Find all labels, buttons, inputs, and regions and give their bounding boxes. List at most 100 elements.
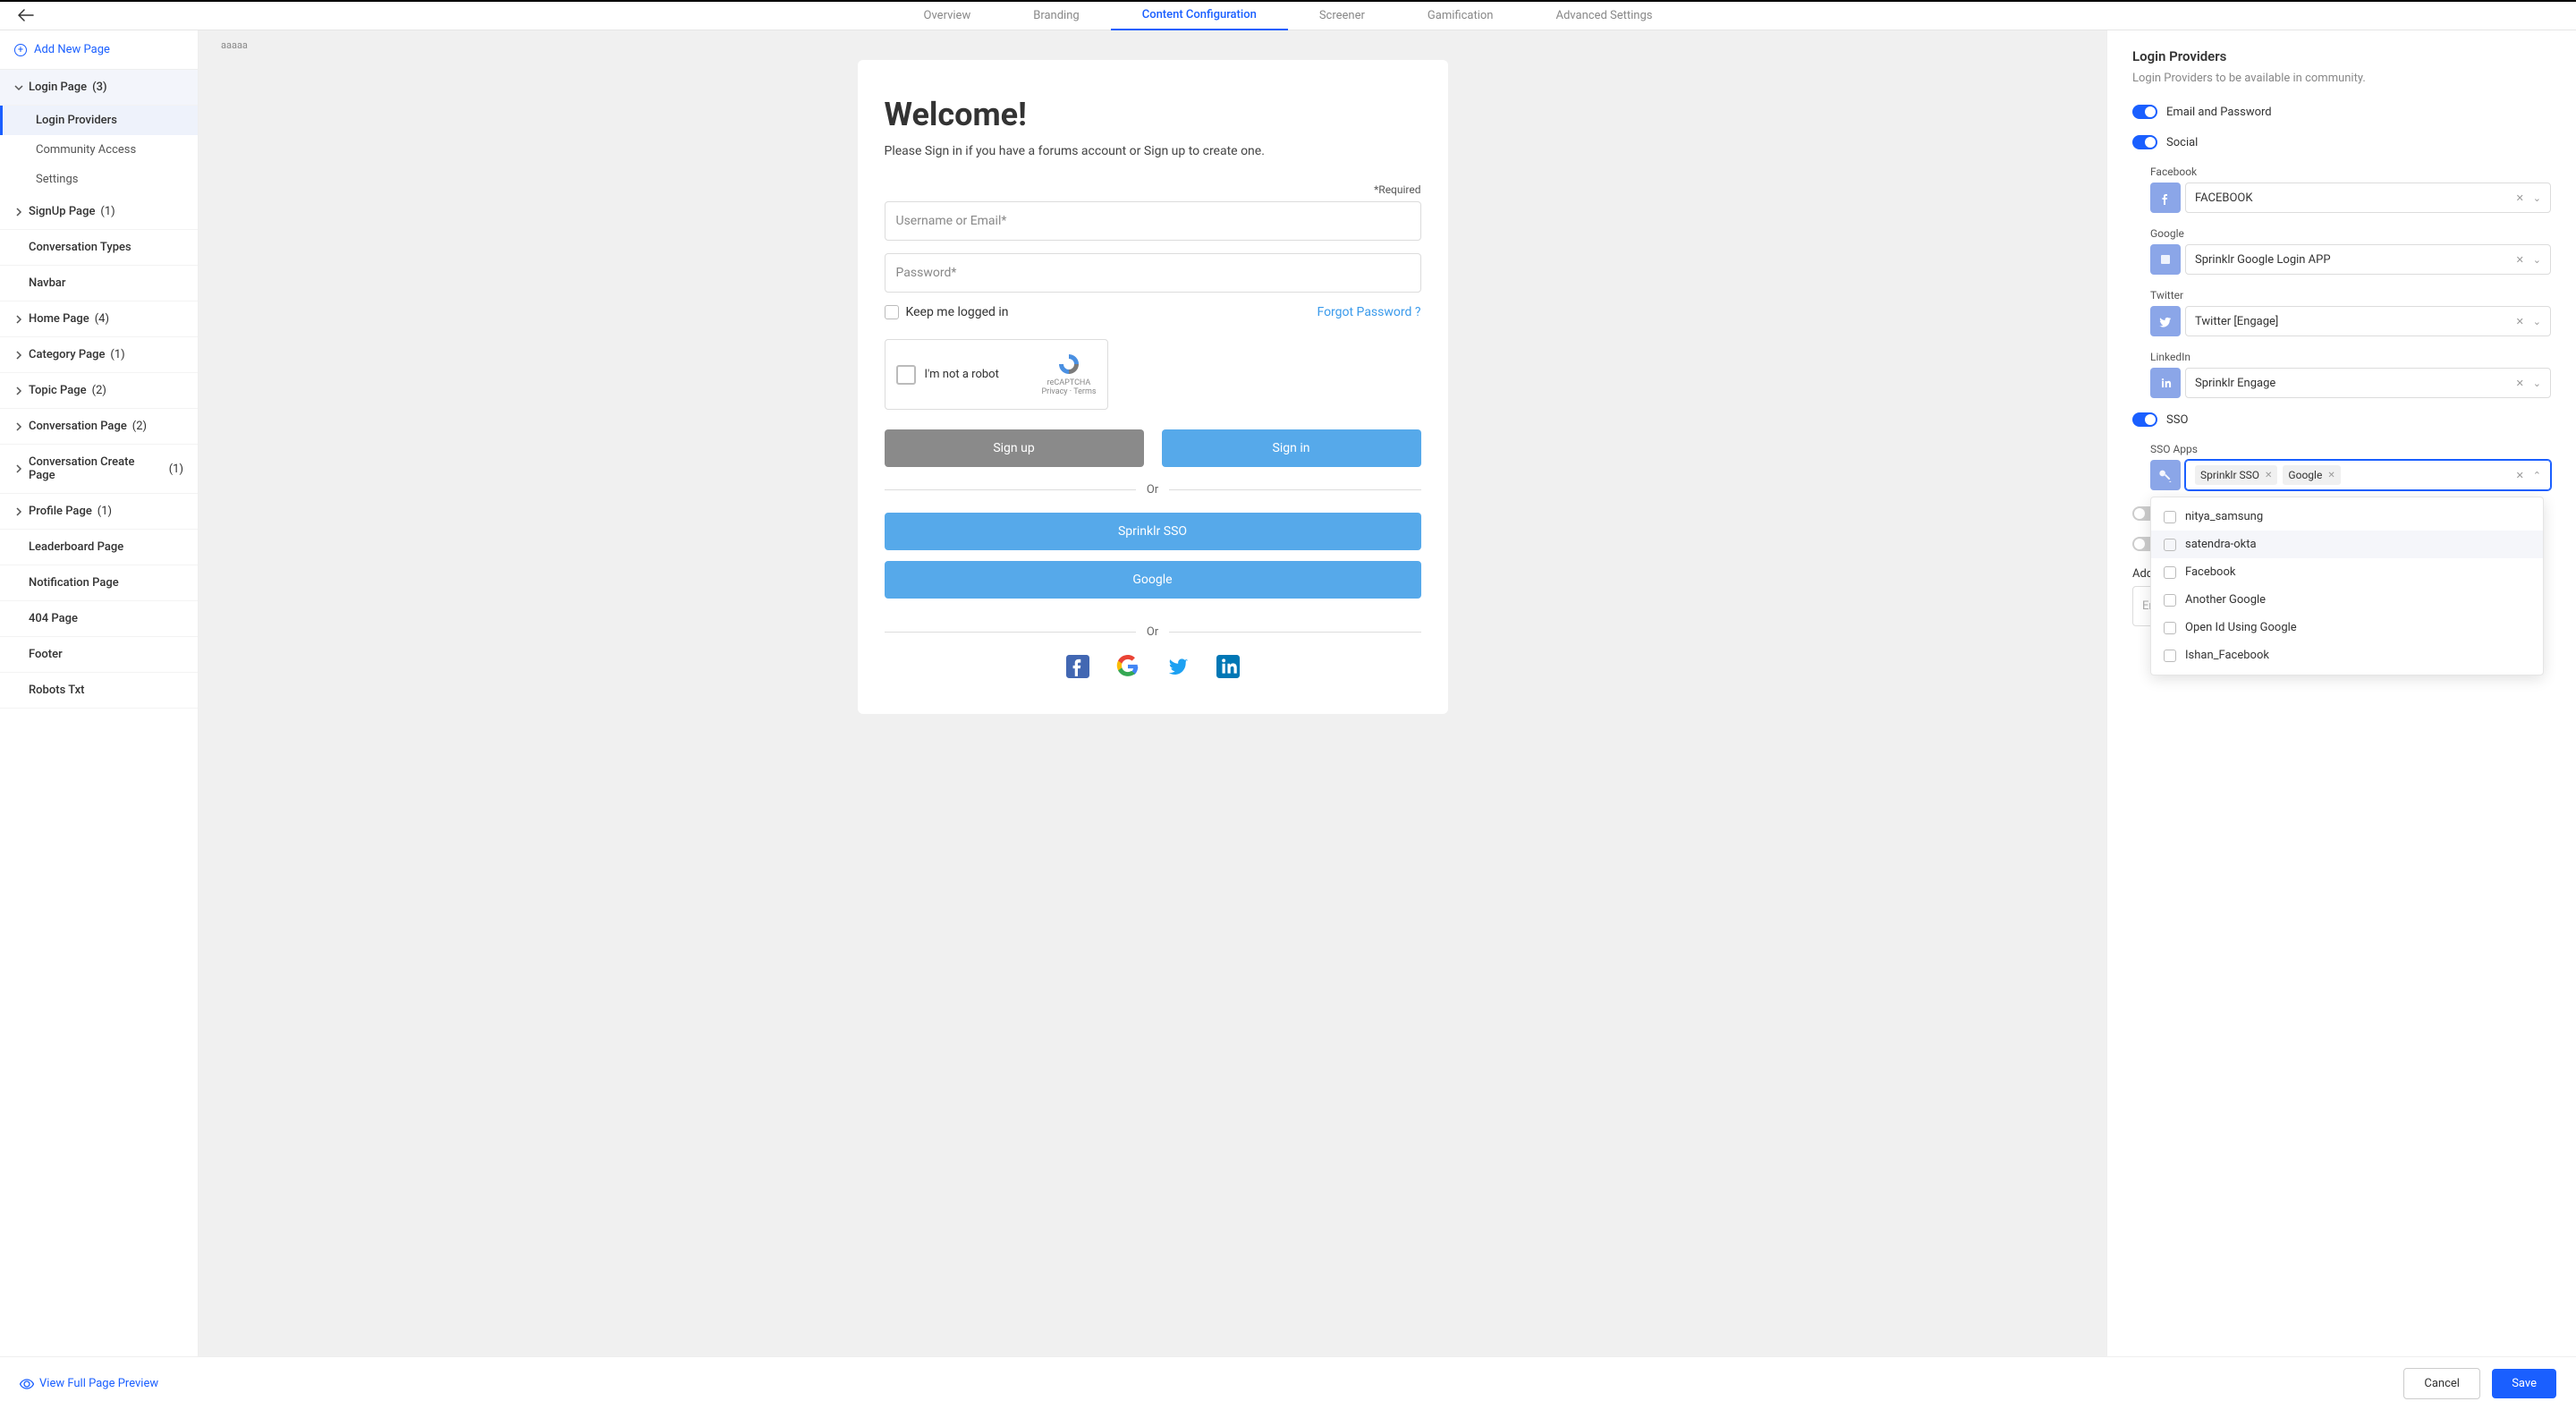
tab-advanced-settings[interactable]: Advanced Settings [1524,2,1683,30]
facebook-icon [2150,183,2181,213]
recaptcha-widget[interactable]: I'm not a robot reCAPTCHA Privacy · Term… [885,339,1108,410]
save-button[interactable]: Save [2492,1369,2556,1398]
sidebar-sub-settings[interactable]: Settings [0,165,198,194]
checkbox-icon [2164,594,2176,607]
chip-sprinklr-sso[interactable]: Sprinklr SSO✕ [2195,465,2277,485]
facebook-icon[interactable] [1066,655,1089,678]
password-input[interactable]: Password* [885,253,1421,293]
sidebar-item-home-page[interactable]: Home Page(4) [0,302,198,337]
checkbox-icon [2164,566,2176,579]
plus-circle-icon: + [14,44,27,56]
dropdown-option-open-id-using-google[interactable]: Open Id Using Google [2151,614,2543,641]
footer-bar: View Full Page Preview Cancel Save [0,1356,2576,1410]
tab-screener[interactable]: Screener [1288,2,1396,30]
cancel-button[interactable]: Cancel [2403,1368,2480,1399]
sidebar-sub-community-access[interactable]: Community Access [0,135,198,165]
signin-button[interactable]: Sign in [1162,429,1421,467]
sidebar-item-topic-page[interactable]: Topic Page(2) [0,373,198,409]
email-password-label: Email and Password [2166,106,2272,119]
back-button[interactable] [18,9,34,25]
sso-apps-label: SSO Apps [2150,443,2551,455]
tab-gamification[interactable]: Gamification [1396,2,1525,30]
social-label: Social [2166,136,2198,149]
google-icon[interactable] [1116,655,1140,678]
panel-description: Login Providers to be available in commu… [2132,72,2551,85]
sidebar-item-category-page[interactable]: Category Page(1) [0,337,198,373]
sso-apps-select[interactable]: Sprinklr SSO✕ Google✕ ✕ ⌃ [2185,460,2551,490]
panel-heading: Login Providers [2132,48,2551,64]
twitter-icon [2150,306,2181,336]
forgot-password-link[interactable]: Forgot Password ? [1317,305,1420,319]
dropdown-option-facebook[interactable]: Facebook [2151,558,2543,586]
sidebar-item-login-page[interactable]: Login Page(3) [0,70,198,106]
dropdown-option-ishan-facebook[interactable]: Ishan_Facebook [2151,641,2543,669]
linkedin-select[interactable]: Sprinklr Engage✕⌄ [2185,368,2551,398]
chip-remove-icon[interactable]: ✕ [2327,471,2334,480]
sidebar: + Add New Page Login Page(3)Login Provid… [0,30,199,1367]
sidebar-item-conversation-page[interactable]: Conversation Page(2) [0,409,198,445]
welcome-title: Welcome! [885,96,1421,133]
checkbox-icon [2164,539,2176,551]
sidebar-item-conversation-types[interactable]: Conversation Types [0,230,198,266]
clear-icon[interactable]: ✕ [2516,316,2524,327]
add-new-page-button[interactable]: + Add New Page [0,30,198,70]
view-full-page-preview-link[interactable]: View Full Page Preview [20,1377,158,1390]
tab-content-configuration[interactable]: Content Configuration [1111,2,1288,30]
welcome-subtitle: Please Sign in if you have a forums acco… [885,144,1421,158]
right-panel: Login Providers Login Providers to be av… [2106,30,2576,1367]
clear-icon[interactable]: ✕ [2516,378,2524,389]
chevron-down-icon: ⌄ [2533,254,2541,266]
canvas-caption: aaaaa [221,39,2084,51]
username-input[interactable]: Username or Email* [885,201,1421,241]
chevron-down-icon: ⌄ [2533,192,2541,204]
sidebar-item-robots-txt[interactable]: Robots Txt [0,673,198,709]
provider-label-twitter: Twitter [2150,289,2551,302]
login-preview-card: Welcome! Please Sign in if you have a fo… [858,60,1448,714]
clear-icon[interactable]: ✕ [2516,470,2524,481]
clear-icon[interactable]: ✕ [2516,254,2524,266]
signup-button[interactable]: Sign up [885,429,1144,467]
sso-key-icon [2150,460,2181,490]
chip-google[interactable]: Google✕ [2283,465,2340,485]
eye-icon [20,1379,34,1389]
google-login-button[interactable]: Google [885,561,1421,599]
chip-remove-icon[interactable]: ✕ [2265,471,2272,480]
tab-overview[interactable]: Overview [893,2,1003,30]
social-toggle[interactable] [2132,135,2157,149]
sidebar-item-404-page[interactable]: 404 Page [0,601,198,637]
sidebar-item-navbar[interactable]: Navbar [0,266,198,302]
clear-icon[interactable]: ✕ [2516,192,2524,204]
sso-toggle[interactable] [2132,412,2157,427]
tab-branding[interactable]: Branding [1002,2,1110,30]
sprinklr-sso-button[interactable]: Sprinklr SSO [885,513,1421,550]
checkbox-icon [2164,650,2176,662]
facebook-select[interactable]: FACEBOOK✕⌄ [2185,183,2551,213]
sidebar-item-footer[interactable]: Footer [0,637,198,673]
sidebar-sub-login-providers[interactable]: Login Providers [0,106,198,135]
linkedin-icon[interactable] [1216,655,1240,678]
sidebar-item-profile-page[interactable]: Profile Page(1) [0,494,198,530]
required-label: *Required [885,183,1421,196]
checkbox-icon [885,305,899,319]
twitter-select[interactable]: Twitter [Engage]✕⌄ [2185,306,2551,336]
sidebar-item-notification-page[interactable]: Notification Page [0,565,198,601]
sso-apps-dropdown: nitya_samsungsatendra-oktaFacebookAnothe… [2150,497,2544,675]
provider-label-linkedin: LinkedIn [2150,351,2551,363]
dropdown-option-satendra-okta[interactable]: satendra-okta [2151,531,2543,558]
chevron-down-icon: ⌄ [2533,316,2541,327]
checkbox-icon [2164,622,2176,634]
sidebar-item-conversation-create-page[interactable]: Conversation Create Page(1) [0,445,198,494]
dropdown-option-nitya-samsung[interactable]: nitya_samsung [2151,503,2543,531]
sso-label: SSO [2166,413,2188,427]
sidebar-item-leaderboard-page[interactable]: Leaderboard Page [0,530,198,565]
sidebar-item-signup-page[interactable]: SignUp Page(1) [0,194,198,230]
chevron-up-icon: ⌃ [2533,470,2541,481]
dropdown-option-another-google[interactable]: Another Google [2151,586,2543,614]
google-select[interactable]: Sprinklr Google Login APP✕⌄ [2185,244,2551,275]
keep-logged-in-checkbox[interactable]: Keep me logged in [885,305,1009,319]
tabs-bar: OverviewBrandingContent ConfigurationScr… [0,2,2576,30]
recaptcha-icon [1057,352,1080,376]
email-password-toggle[interactable] [2132,105,2157,119]
center-preview: aaaaa Welcome! Please Sign in if you hav… [199,30,2106,1367]
twitter-icon[interactable] [1166,655,1190,678]
